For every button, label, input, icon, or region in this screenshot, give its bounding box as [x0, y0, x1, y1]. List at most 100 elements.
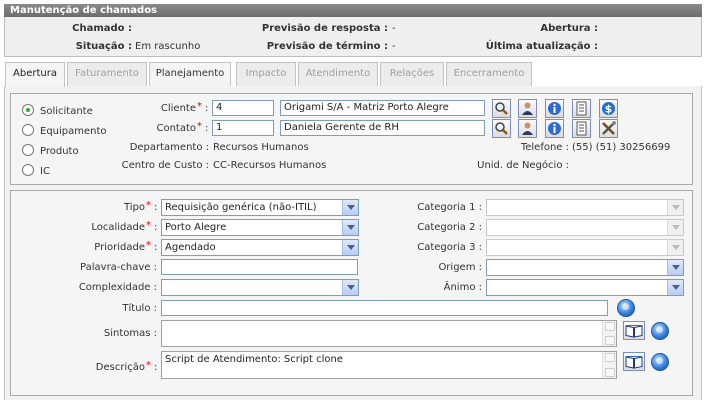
chevron-down-icon: [342, 200, 358, 215]
prioridade-selected: Agendado: [165, 242, 216, 253]
chevron-down-icon: [667, 220, 683, 235]
book-icon[interactable]: [623, 321, 645, 340]
unid-negocio-label: Unid. de Negócio :: [477, 160, 569, 171]
complexidade-select[interactable]: [161, 279, 359, 296]
prioridade-colon: :: [154, 242, 158, 253]
cliente-required: *: [197, 101, 202, 112]
descricao-value: Script de Atendimento: Script clone: [165, 354, 343, 365]
contato-code-input[interactable]: 1: [212, 120, 274, 136]
ultima-atualizacao-label: Última atualização :: [485, 41, 598, 52]
contato-name-input[interactable]: Daniela Gerente de RH: [280, 120, 485, 136]
chamado-label: Chamado :: [72, 23, 132, 34]
sintomas-label: Sintomas :: [103, 328, 157, 339]
globe-icon[interactable]: [650, 321, 669, 340]
dollar-icon[interactable]: $: [599, 99, 618, 118]
prioridade-required: *: [146, 240, 151, 251]
user-icon[interactable]: [518, 99, 537, 118]
localidade-required: *: [146, 220, 151, 231]
radio-produto-label: Produto: [40, 146, 79, 157]
categoria3-select[interactable]: [486, 239, 684, 256]
localidade-label: Localidade: [91, 222, 145, 233]
situacao-label: Situação :: [75, 41, 132, 52]
scrollbar[interactable]: [602, 321, 616, 346]
descricao-textarea[interactable]: Script de Atendimento: Script clone: [161, 351, 617, 379]
document-icon[interactable]: [572, 99, 591, 118]
tipo-required: *: [146, 200, 151, 211]
localidade-colon: :: [154, 222, 158, 233]
globe-icon[interactable]: [650, 352, 669, 371]
svg-text:$: $: [605, 103, 613, 116]
scroll-up-icon[interactable]: [605, 353, 615, 362]
sintomas-textarea[interactable]: [161, 320, 617, 347]
tipo-selected: Requisição genérica (não-ITIL): [165, 202, 317, 213]
radio-ic[interactable]: [22, 164, 34, 176]
cliente-colon: :: [205, 103, 209, 114]
radio-solicitante[interactable]: [22, 104, 34, 116]
categoria2-select[interactable]: [486, 219, 684, 236]
radio-solicitante-label: Solicitante: [40, 106, 93, 117]
tab-atendimento[interactable]: Atendimento: [298, 62, 378, 86]
chevron-down-icon: [342, 240, 358, 255]
scroll-down-icon[interactable]: [605, 336, 615, 345]
tools-icon[interactable]: [599, 119, 618, 138]
tab-abertura[interactable]: Abertura: [5, 62, 65, 87]
radio-equipamento[interactable]: [22, 124, 34, 136]
centro-custo-label: Centro de Custo :: [121, 160, 209, 171]
descricao-colon: :: [154, 362, 158, 373]
origem-select[interactable]: [486, 259, 684, 276]
localidade-selected: Porto Alegre: [165, 222, 227, 233]
search-icon[interactable]: [492, 119, 511, 138]
tipo-select[interactable]: Requisição genérica (não-ITIL): [161, 199, 359, 216]
search-icon[interactable]: [492, 99, 511, 118]
descricao-required: *: [146, 360, 151, 371]
complexidade-label: Complexidade :: [78, 282, 157, 293]
user-icon[interactable]: [518, 119, 537, 138]
contato-colon: :: [205, 123, 209, 134]
animo-select[interactable]: [486, 279, 684, 296]
localidade-select[interactable]: Porto Alegre: [161, 219, 359, 236]
situacao-value: Em rascunho: [135, 41, 201, 52]
globe-icon[interactable]: [616, 298, 635, 317]
scroll-down-icon[interactable]: [605, 368, 615, 377]
telefone-value: (55) (51) 30256699: [572, 142, 671, 153]
chevron-down-icon: [667, 260, 683, 275]
prioridade-label: Prioridade: [94, 242, 145, 253]
chevron-down-icon: [667, 280, 683, 295]
tipo-label: Tipo: [123, 202, 145, 213]
tab-impacto[interactable]: Impacto: [236, 62, 296, 86]
cliente-code-input[interactable]: 4: [212, 100, 274, 116]
tab-relacoes[interactable]: Relações: [380, 62, 444, 86]
titulo-input[interactable]: [161, 300, 608, 316]
document-icon[interactable]: [572, 119, 591, 138]
book-icon[interactable]: [623, 352, 645, 371]
tab-planejamento[interactable]: Planejamento: [149, 62, 231, 86]
tab-faturamento[interactable]: Faturamento: [67, 62, 147, 86]
previsao-termino-label: Previsão de término :: [266, 41, 388, 52]
descricao-label: Descrição: [95, 362, 145, 373]
categoria1-select[interactable]: [486, 199, 684, 216]
palavra-chave-input[interactable]: [161, 259, 358, 275]
radio-produto[interactable]: [22, 144, 34, 156]
cliente-label: Cliente: [160, 103, 196, 114]
abertura-label: Abertura :: [540, 23, 598, 34]
chevron-down-icon: [667, 200, 683, 215]
cliente-name-input[interactable]: Origami S/A - Matriz Porto Alegre: [280, 100, 485, 116]
radio-equipamento-label: Equipamento: [40, 126, 107, 137]
chevron-down-icon: [342, 280, 358, 295]
info-icon[interactable]: [545, 119, 564, 138]
radio-ic-label: IC: [40, 166, 50, 177]
centro-custo-value: CC-Recursos Humanos: [213, 160, 327, 171]
info-icon[interactable]: [545, 99, 564, 118]
previsao-resposta-value: -: [392, 23, 396, 34]
contato-label: Contato: [156, 123, 196, 134]
palavra-chave-label: Palavra-chave :: [80, 262, 157, 273]
prioridade-select[interactable]: Agendado: [161, 239, 359, 256]
categoria2-label: Categoria 2 :: [417, 222, 482, 233]
animo-label: Ânimo :: [443, 282, 482, 293]
departamento-label: Departamento :: [129, 142, 209, 153]
scroll-up-icon[interactable]: [605, 322, 615, 331]
contato-required: *: [197, 121, 202, 132]
departamento-value: Recursos Humanos: [213, 142, 309, 153]
scrollbar[interactable]: [602, 352, 616, 378]
tab-encerramento[interactable]: Encerramento: [446, 62, 532, 86]
